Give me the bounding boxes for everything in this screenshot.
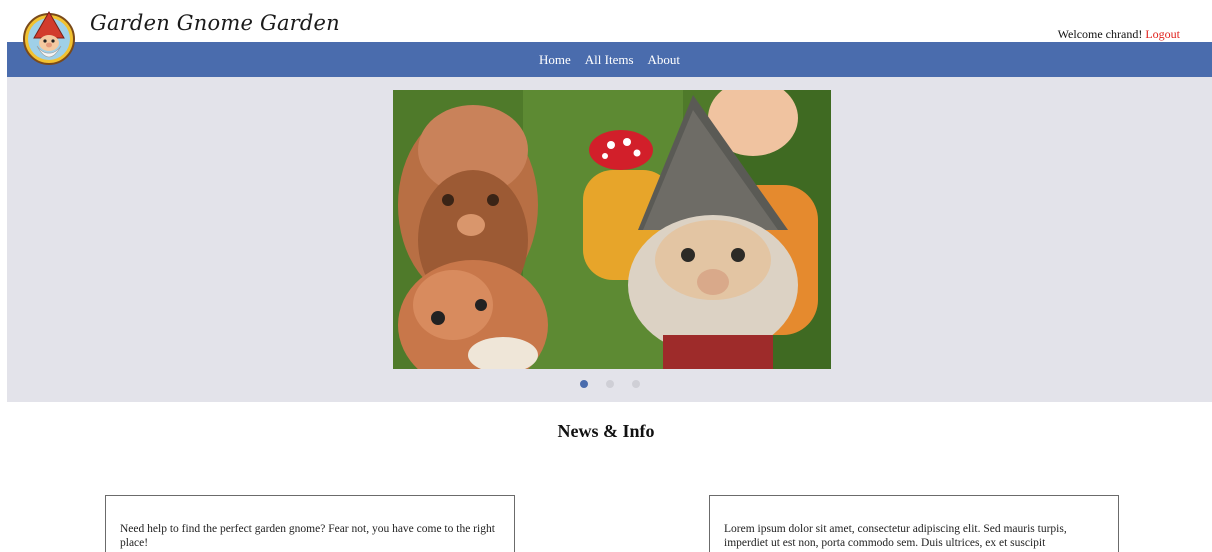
nav-item-all-items[interactable]: All Items xyxy=(585,52,634,68)
carousel-dot-3[interactable] xyxy=(631,380,640,388)
main-nav: Home All Items About xyxy=(7,42,1212,77)
news-card: Need help to find the perfect garden gno… xyxy=(105,495,515,552)
user-welcome: Welcome chrand! Logout xyxy=(1058,27,1180,42)
nav-item-home[interactable]: Home xyxy=(539,52,571,68)
welcome-text: Welcome chrand! xyxy=(1057,27,1143,41)
nav-item-about[interactable]: About xyxy=(648,52,681,68)
carousel-indicators xyxy=(7,380,1212,388)
carousel-slide-image[interactable] xyxy=(393,90,831,369)
news-section-title: News & Info xyxy=(557,421,655,441)
site-brand-title[interactable]: Garden Gnome Garden xyxy=(90,11,340,35)
carousel-dot-2[interactable] xyxy=(605,380,614,388)
carousel-dot-1[interactable] xyxy=(579,380,588,388)
news-card: Lorem ipsum dolor sit amet, consectetur … xyxy=(709,495,1119,552)
top-header: Garden Gnome Garden Welcome chrand! Logo… xyxy=(0,0,1212,65)
news-card-text: Lorem ipsum dolor sit amet, consectetur … xyxy=(724,523,1067,549)
news-card-text: Need help to find the perfect garden gno… xyxy=(120,523,495,549)
image-carousel xyxy=(7,77,1212,402)
logout-link[interactable]: Logout xyxy=(1145,27,1180,41)
gnome-logo-icon[interactable] xyxy=(22,8,76,66)
